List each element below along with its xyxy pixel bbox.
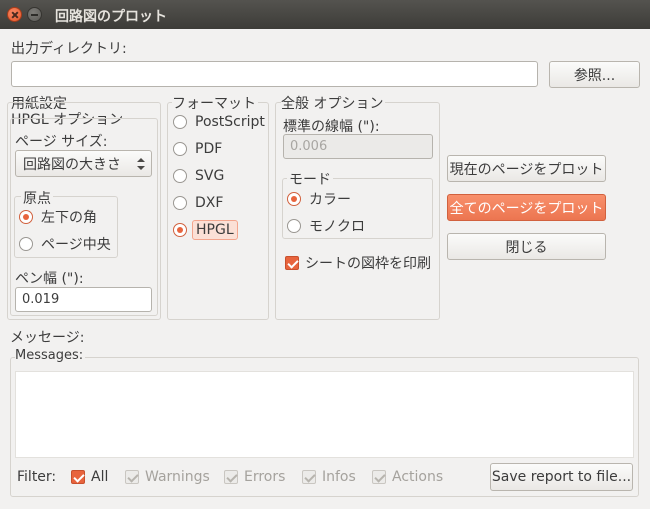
radio-unselected-icon [173, 142, 187, 156]
mode-option-label: モノクロ [309, 219, 365, 235]
plot-all-pages-label: 全てのページをプロット [449, 200, 604, 217]
page-size-label: ページ サイズ: [15, 134, 108, 150]
format-option-pdf[interactable]: PDF [173, 141, 222, 157]
save-report-button[interactable]: Save report to file... [490, 463, 633, 491]
output-dir-label: 出力ディレクトリ: [11, 41, 127, 57]
format-frame [167, 102, 269, 320]
print-frame-checkbox[interactable]: シートの図枠を印刷 [285, 253, 431, 273]
plot-dialog: 回路図のプロット 出力ディレクトリ: 参照... 用紙設定 HPGL オプション… [0, 0, 650, 509]
line-width-label: 標準の線幅 ("): [283, 119, 380, 135]
title-bar: 回路図のプロット [0, 0, 650, 29]
format-option-dxf[interactable]: DXF [173, 195, 223, 211]
mode-option-color[interactable]: カラー [287, 189, 351, 209]
radio-unselected-icon [173, 115, 187, 129]
origin-option-label: ページ中央 [41, 237, 111, 253]
checkbox-disabled-icon [302, 470, 316, 484]
browse-button[interactable]: 参照... [549, 61, 640, 88]
window-title: 回路図のプロット [55, 9, 167, 25]
filter-errors-checkbox[interactable]: Errors [224, 469, 285, 485]
messages-label: メッセージ: [10, 330, 85, 346]
close-button-label: 閉じる [505, 239, 548, 256]
format-option-label: HPGL [192, 220, 238, 240]
messages-frame-label: Messages: [15, 348, 86, 363]
close-window-icon[interactable] [7, 7, 22, 22]
checkbox-checked-icon [285, 256, 299, 270]
page-size-select[interactable]: 回路図の大きさ [15, 150, 152, 177]
close-button[interactable]: 閉じる [447, 233, 606, 260]
format-option-svg[interactable]: SVG [173, 168, 224, 184]
origin-option-label: 左下の角 [41, 210, 97, 226]
line-width-input[interactable] [283, 134, 433, 159]
origin-option-bottom-left[interactable]: 左下の角 [19, 207, 97, 227]
mode-option-label: カラー [309, 192, 351, 208]
filter-label: Filter: [17, 469, 57, 485]
format-option-label: SVG [195, 168, 225, 184]
filter-option-label: All [91, 469, 109, 485]
format-option-label: PDF [195, 141, 223, 157]
browse-button-label: 参照... [573, 67, 616, 84]
plot-current-page-button[interactable]: 現在のページをプロット [447, 155, 606, 182]
filter-all-checkbox[interactable]: All [71, 469, 108, 485]
format-option-label: PostScript [195, 114, 265, 130]
pen-width-label: ペン幅 ("): [15, 271, 84, 287]
checkbox-disabled-icon [125, 470, 139, 484]
checkbox-checked-icon [71, 470, 85, 484]
filter-option-label: Actions [392, 469, 444, 485]
filter-option-label: Errors [244, 469, 286, 485]
plot-current-page-label: 現在のページをプロット [449, 161, 604, 178]
checkbox-disabled-icon [372, 470, 386, 484]
print-frame-label: シートの図枠を印刷 [305, 256, 431, 272]
plot-all-pages-button[interactable]: 全てのページをプロット [447, 194, 606, 221]
general-options-label: 全般 オプション [281, 93, 386, 113]
filter-option-label: Warnings [145, 469, 210, 485]
pen-width-input[interactable] [15, 287, 152, 312]
checkbox-disabled-icon [224, 470, 238, 484]
save-report-label: Save report to file... [491, 469, 632, 485]
messages-textarea[interactable] [15, 371, 634, 458]
radio-unselected-icon [19, 237, 33, 251]
page-size-value: 回路図の大きさ [23, 156, 121, 173]
format-label: フォーマット [172, 93, 258, 113]
format-option-hpgl[interactable]: HPGL [173, 220, 238, 240]
output-dir-input[interactable] [11, 61, 538, 87]
origin-option-page-center[interactable]: ページ中央 [19, 234, 111, 254]
filter-actions-checkbox[interactable]: Actions [372, 469, 443, 485]
mode-label: モード [287, 169, 333, 189]
filter-infos-checkbox[interactable]: Infos [302, 469, 356, 485]
mode-option-monochrome[interactable]: モノクロ [287, 216, 365, 236]
radio-unselected-icon [173, 169, 187, 183]
radio-unselected-icon [287, 219, 301, 233]
format-option-postscript[interactable]: PostScript [173, 114, 265, 130]
filter-warnings-checkbox[interactable]: Warnings [125, 469, 210, 485]
radio-unselected-icon [173, 196, 187, 210]
minimize-window-icon[interactable] [27, 7, 42, 22]
radio-selected-icon [287, 192, 301, 206]
radio-selected-icon [19, 210, 33, 224]
origin-label: 原点 [21, 188, 53, 208]
spin-arrows-icon [137, 158, 145, 170]
filter-option-label: Infos [322, 469, 356, 485]
radio-selected-icon [173, 223, 187, 237]
format-option-label: DXF [195, 195, 224, 211]
